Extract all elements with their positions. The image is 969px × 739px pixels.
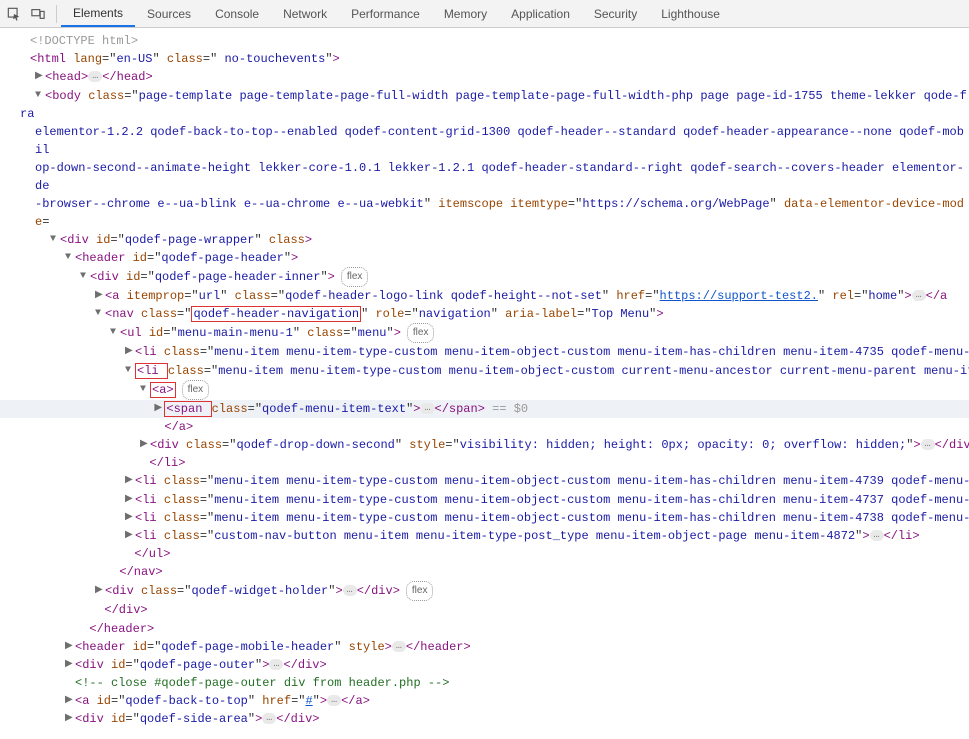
expand-arrow[interactable]: ▼ [65,249,75,267]
tab-security[interactable]: Security [582,0,649,27]
expand-arrow[interactable]: ▶ [125,343,135,361]
mobile-header[interactable]: ▶<header id="qodef-page-mobile-header" s… [0,638,969,656]
comment-line[interactable]: <!-- close #qodef-page-outer div from he… [0,674,969,692]
li-item-3[interactable]: ▶<li class="menu-item menu-item-type-cus… [0,491,969,509]
expand-arrow[interactable]: ▶ [65,710,75,728]
expand-arrow[interactable]: ▶ [95,287,105,305]
highlight-span: <span [164,401,211,417]
expand-arrow[interactable]: ▼ [125,362,135,380]
flex-badge[interactable]: flex [182,380,210,400]
tab-elements[interactable]: Elements [61,0,135,27]
expand-arrow[interactable]: ▶ [65,692,75,710]
nav-close[interactable]: </nav> [0,563,969,581]
expand-arrow[interactable]: ▶ [140,436,150,454]
ul-tag[interactable]: ▼<ul id="menu-main-menu-1" class="menu">… [0,323,969,343]
highlight-nav-class: qodef-header-navigation [191,306,361,322]
span-selected[interactable]: ▶<span class="qodef-menu-item-text">…</s… [0,400,969,418]
body-open[interactable]: ▼<body class="page-template page-templat… [0,87,969,231]
wrapper-div[interactable]: ▼<div id="qodef-page-wrapper" class> [0,231,969,249]
li-item-1[interactable]: ▼<li class="menu-item menu-item-type-cus… [0,362,969,380]
expand-arrow[interactable]: ▶ [65,638,75,656]
elements-panel[interactable]: <!DOCTYPE html> <html lang="en-US" class… [0,28,969,739]
toolbar-icons [0,6,52,22]
header-inner-div[interactable]: ▼<div id="qodef-page-header-inner">flex [0,267,969,287]
tab-console[interactable]: Console [203,0,271,27]
flex-badge[interactable]: flex [406,581,434,601]
a-close[interactable]: </a> [0,418,969,436]
widget-holder[interactable]: ▶<div class="qodef-widget-holder">…</div… [0,581,969,601]
expand-arrow[interactable]: ▶ [125,509,135,527]
head-line[interactable]: ▶<head>…</head> [0,68,969,86]
side-area[interactable]: ▶<div id="qodef-side-area">…</div> [0,710,969,728]
expand-arrow[interactable]: ▼ [80,268,90,286]
expand-arrow[interactable]: ▼ [35,87,45,105]
nav-tag[interactable]: ▼<nav class="qodef-header-navigation" ro… [0,305,969,323]
html-open[interactable]: <html lang="en-US" class=" no-touchevent… [0,50,969,68]
toolbar-separator [56,5,57,23]
flex-badge[interactable]: flex [407,323,435,343]
drop-down-div[interactable]: ▶<div class="qodef-drop-down-second" sty… [0,436,969,454]
tab-performance[interactable]: Performance [339,0,432,27]
li-item-2[interactable]: ▶<li class="menu-item menu-item-type-cus… [0,472,969,490]
a-tag[interactable]: ▼<a> flex [0,380,969,400]
devtools-tabs: Elements Sources Console Network Perform… [61,0,732,27]
li1-close[interactable]: </li> [0,454,969,472]
header-tag[interactable]: ▼<header id="qodef-page-header"> [0,249,969,267]
page-outer[interactable]: ▶<div id="qodef-page-outer">…</div> [0,656,969,674]
expand-arrow[interactable]: ▼ [110,324,120,342]
highlight-li: <li [135,363,168,379]
back-to-top[interactable]: ▶<a id="qodef-back-to-top" href="#">…</a… [0,692,969,710]
device-toggle-icon[interactable] [30,6,46,22]
expand-arrow[interactable]: ▶ [35,68,45,86]
logo-link[interactable]: ▶<a itemprop="url" class="qodef-header-l… [0,287,969,305]
expand-arrow[interactable]: ▶ [95,582,105,600]
flex-badge[interactable]: flex [341,267,369,287]
highlight-a: <a> [150,382,176,398]
expand-arrow[interactable]: ▶ [65,656,75,674]
li-item-5[interactable]: ▶<li class="custom-nav-button menu-item … [0,527,969,545]
tab-network[interactable]: Network [271,0,339,27]
expand-arrow[interactable]: ▶ [125,472,135,490]
li-item-0[interactable]: ▶<li class="menu-item menu-item-type-cus… [0,343,969,361]
tab-lighthouse[interactable]: Lighthouse [649,0,732,27]
tab-sources[interactable]: Sources [135,0,203,27]
expand-arrow[interactable]: ▶ [125,491,135,509]
expand-arrow[interactable]: ▶ [125,527,135,545]
li-item-4[interactable]: ▶<li class="menu-item menu-item-type-cus… [0,509,969,527]
select-element-icon[interactable] [6,6,22,22]
expand-arrow[interactable]: ▼ [50,231,60,249]
ul-close[interactable]: </ul> [0,545,969,563]
expand-arrow[interactable]: ▶ [154,400,164,418]
expand-arrow[interactable]: ▼ [140,381,150,399]
header-close[interactable]: </header> [0,620,969,638]
expand-arrow[interactable]: ▼ [95,305,105,323]
devtools-toolbar: Elements Sources Console Network Perform… [0,0,969,28]
tab-memory[interactable]: Memory [432,0,499,27]
header-inner-close[interactable]: </div> [0,601,969,619]
doctype-line[interactable]: <!DOCTYPE html> [0,32,969,50]
tab-application[interactable]: Application [499,0,582,27]
